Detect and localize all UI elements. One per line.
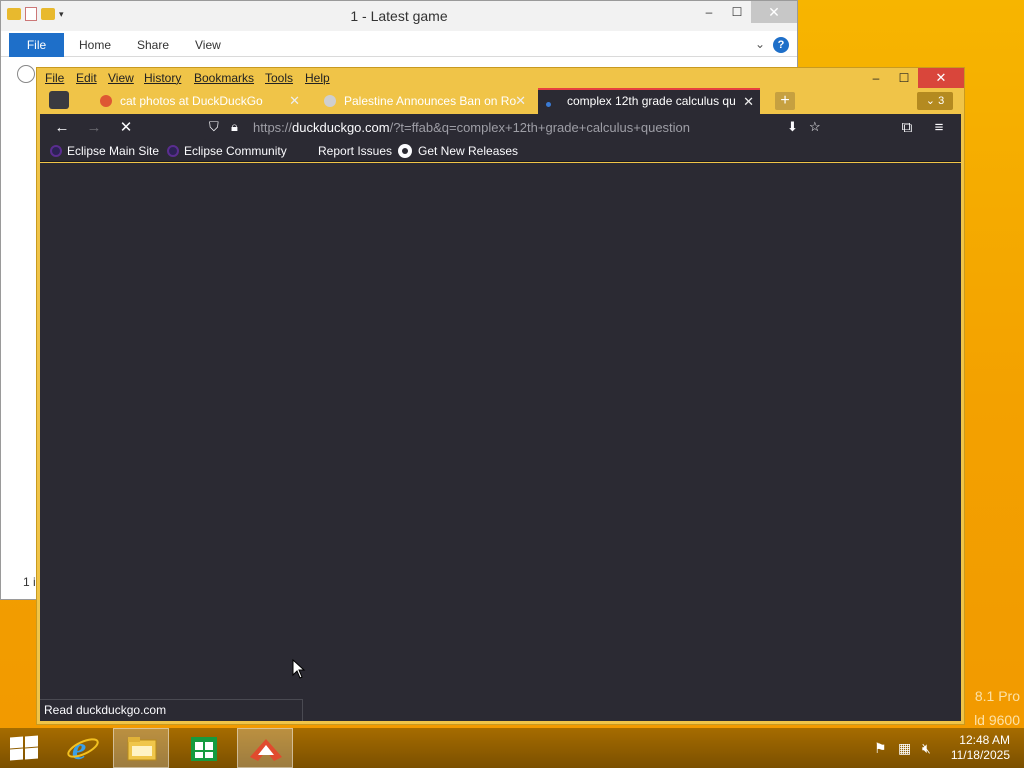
chevron-down-icon: ⌄ — [925, 95, 939, 107]
explorer-close-button[interactable]: ✕ — [751, 1, 797, 23]
hamburger-menu-icon[interactable]: ≡ — [928, 118, 950, 138]
tab-bar: cat photos at DuckDuckGo ✕ Palestine Ann… — [40, 88, 961, 114]
help-icon[interactable]: ? — [773, 37, 789, 53]
svg-text:e: e — [72, 730, 86, 766]
ribbon-tab-home[interactable]: Home — [79, 33, 111, 57]
lock-icon[interactable]: 🔒︎ — [231, 119, 238, 135]
page-content[interactable]: Read duckduckgo.com — [40, 163, 961, 721]
start-button[interactable] — [10, 735, 38, 761]
tab-close-icon[interactable]: ✕ — [743, 90, 754, 113]
minimize-button[interactable]: – — [862, 68, 890, 88]
tab-close-icon[interactable]: ✕ — [515, 88, 526, 114]
network-icon[interactable]: ▦ — [898, 740, 911, 757]
bookmark-report-issues[interactable]: Report Issues — [318, 144, 392, 158]
back-button[interactable]: ← — [51, 118, 73, 138]
firefox-window[interactable]: File Edit View History Bookmarks Tools H… — [36, 67, 965, 725]
url-host: duckduckgo.com — [292, 120, 390, 135]
explorer-ribbon: File Home Share View ⌄ ? — [1, 33, 797, 57]
bookmark-label: Report Issues — [318, 144, 393, 158]
menu-file[interactable]: File — [45, 71, 64, 85]
menu-tools[interactable]: Tools — [265, 71, 293, 85]
clock-time: 12:48 AM — [959, 733, 1010, 747]
bookmarks-toolbar: Eclipse Main Site Eclipse Community Repo… — [40, 142, 961, 162]
tab-palestine[interactable]: Palestine Announces Ban on Ro ✕ — [316, 88, 532, 114]
volume-muted-icon[interactable]: 🔇︎ — [922, 740, 931, 757]
windows-watermark: 8.1 Pro ld 9600 — [974, 684, 1020, 732]
list-all-tabs-button[interactable]: ⌄ 3 — [917, 92, 953, 110]
eclipse-icon — [50, 145, 62, 157]
store-icon[interactable] — [176, 728, 232, 768]
bookmark-get-new-releases[interactable]: Get New Releases — [398, 144, 518, 158]
explorer-title: 1 - Latest game — [350, 8, 448, 24]
url-path: /?t=ffab&q=complex+12th+grade+calculus+q… — [389, 120, 691, 135]
ribbon-tab-file[interactable]: File — [9, 33, 64, 57]
news-favicon-icon — [324, 95, 336, 107]
stop-button[interactable]: ✕ — [115, 118, 137, 138]
ribbon-tab-share[interactable]: Share — [137, 33, 169, 57]
tab-count: 3 — [938, 95, 945, 107]
forward-button[interactable]: → — [83, 118, 105, 138]
loading-dot-icon — [546, 102, 551, 107]
menu-help[interactable]: Help — [305, 71, 330, 85]
explorer-window-controls: – ☐ ✕ — [695, 1, 797, 23]
new-tab-button[interactable]: + — [775, 92, 795, 110]
github-icon — [398, 144, 412, 158]
tracking-protection-shield-icon[interactable]: ⛉ — [209, 119, 219, 135]
firefox-view-icon[interactable] — [49, 91, 69, 109]
duckduckgo-favicon-icon — [100, 95, 112, 107]
bookmark-label: Eclipse Main Site — [67, 144, 160, 158]
url-text[interactable]: https://duckduckgo.com/?t=ffab&q=complex… — [253, 120, 690, 135]
firefox-icon[interactable] — [237, 728, 293, 768]
taskbar: e ⚑ ▦ 🔇︎ 12:48 AM 11/18/2025 — [0, 728, 1024, 768]
explorer-status-text: 1 i — [23, 575, 36, 589]
internet-explorer-icon[interactable]: e — [56, 728, 112, 768]
ribbon-tab-view[interactable]: View — [195, 33, 221, 57]
menu-bookmarks[interactable]: Bookmarks — [194, 71, 254, 85]
bookmark-star-icon[interactable]: ☆ — [809, 119, 821, 135]
tab-title: cat photos at DuckDuckGo — [120, 94, 263, 108]
explorer-maximize-button[interactable]: ☐ — [723, 1, 751, 23]
status-panel: Read duckduckgo.com — [40, 699, 303, 721]
menu-history[interactable]: History — [144, 71, 181, 85]
url-bar[interactable]: ⛉ 🔒︎ https://duckduckgo.com/?t=ffab&q=co… — [203, 116, 831, 140]
eclipse-icon — [167, 145, 179, 157]
tab-title: complex 12th grade calculus qu — [567, 94, 736, 108]
tab-close-icon[interactable]: ✕ — [289, 88, 300, 114]
file-explorer-icon[interactable] — [113, 728, 169, 768]
bookmark-eclipse-community[interactable]: Eclipse Community — [167, 144, 287, 158]
back-nav-icon[interactable] — [17, 65, 35, 83]
tab-calculus[interactable]: complex 12th grade calculus qu ✕ — [538, 88, 760, 114]
explorer-titlebar[interactable]: ▾ 1 - Latest game – ☐ ✕ — [1, 1, 797, 31]
system-clock[interactable]: 12:48 AM 11/18/2025 — [951, 733, 1010, 763]
watermark-line-1: 8.1 Pro — [974, 688, 1020, 704]
expand-ribbon-icon[interactable]: ⌄ — [755, 37, 765, 51]
navigation-toolbar: ← → ✕ ⛉ 🔒︎ https://duckduckgo.com/?t=ffa… — [40, 114, 961, 142]
bookmark-eclipse-main-site[interactable]: Eclipse Main Site — [50, 144, 159, 158]
url-scheme: https:// — [253, 120, 293, 135]
extensions-icon[interactable]: ⧉ — [896, 118, 918, 138]
menu-bar: File Edit View History Bookmarks Tools H… — [37, 68, 964, 88]
action-center-flag-icon[interactable]: ⚑ — [874, 740, 887, 757]
maximize-button[interactable]: ☐ — [890, 68, 918, 88]
menu-edit[interactable]: Edit — [76, 71, 97, 85]
save-to-pocket-icon[interactable]: ⬇ — [787, 119, 798, 135]
menu-view[interactable]: View — [108, 71, 134, 85]
close-button[interactable]: ✕ — [918, 68, 964, 88]
clock-date: 11/18/2025 — [950, 748, 1010, 762]
bookmark-label: Get New Releases — [418, 144, 519, 158]
bookmark-label: Eclipse Community — [184, 144, 287, 158]
tab-title: Palestine Announces Ban on Ro — [344, 94, 517, 108]
explorer-minimize-button[interactable]: – — [695, 1, 723, 23]
tab-cat-photos[interactable]: cat photos at DuckDuckGo ✕ — [92, 88, 306, 114]
